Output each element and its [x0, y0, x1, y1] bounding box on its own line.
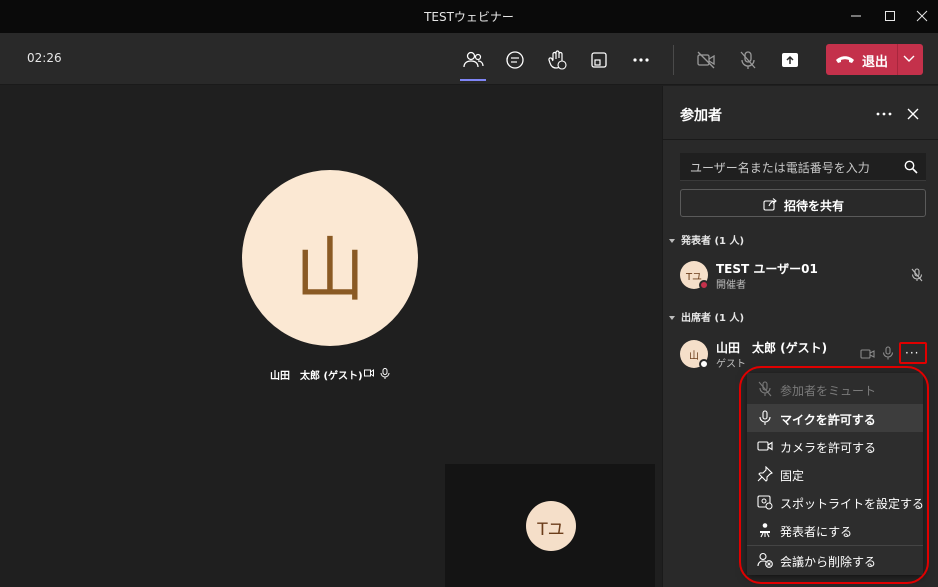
- close-window-button[interactable]: [902, 0, 938, 33]
- mic-disabled-icon: [882, 346, 894, 360]
- hang-up-icon: [836, 56, 854, 63]
- more-icon: [633, 58, 649, 62]
- panel-more-button[interactable]: [873, 104, 895, 124]
- participants-button[interactable]: [458, 45, 488, 81]
- meeting-toolbar: 02:26 退出: [0, 33, 938, 85]
- camera-toggle-button[interactable]: [691, 45, 721, 75]
- more-icon: [876, 112, 892, 116]
- room-view-button[interactable]: [584, 45, 614, 75]
- mic-off-icon: [911, 268, 923, 282]
- chat-button[interactable]: [500, 45, 530, 75]
- participant-name: 山田 太郎 (ゲスト): [716, 341, 828, 355]
- leave-divider: [897, 44, 898, 75]
- leave-label: 退出: [862, 55, 889, 70]
- self-avatar-initials: Tユ: [537, 520, 565, 540]
- share-invite-button[interactable]: 招待を共有: [680, 189, 926, 217]
- panel-divider: [663, 139, 938, 140]
- camera-disabled-icon: [860, 349, 875, 359]
- status-badge: [699, 280, 709, 290]
- participant-search-input[interactable]: ユーザー名または電話番号を入力: [680, 153, 926, 181]
- title-bar: TESTウェビナー: [0, 0, 938, 33]
- search-icon: [904, 160, 918, 174]
- more-options-label: ···: [905, 346, 920, 360]
- chevron-down-icon: [903, 55, 915, 62]
- main-participant-avatar: 山: [242, 170, 418, 346]
- main-avatar-initial: 山: [295, 229, 365, 311]
- avatar: Tユ: [680, 261, 709, 290]
- caret-down-icon: [669, 239, 675, 243]
- toolbar-divider: [673, 45, 674, 75]
- meeting-stage: 山 山田 太郎 (ゲスト) Tユ: [0, 86, 662, 587]
- presenters-header-label: 発表者 (1 人): [681, 236, 745, 247]
- panel-title: 参加者: [680, 108, 722, 124]
- main-participant-name: 山田 太郎 (ゲスト): [270, 371, 363, 382]
- share-screen-icon: [782, 53, 798, 67]
- more-actions-button[interactable]: [626, 45, 656, 75]
- menu-highlight-outline: [739, 366, 929, 584]
- participants-icon: [463, 51, 484, 68]
- layout-icon: [591, 52, 607, 68]
- share-invite-label: 招待を共有: [784, 199, 845, 213]
- attendees-section-header[interactable]: 出席者 (1 人): [669, 309, 744, 324]
- participant-name: TEST ユーザー01: [716, 262, 818, 276]
- status-badge: [699, 359, 709, 369]
- attendees-header-label: 出席者 (1 人): [681, 313, 745, 324]
- participant-role: ゲスト: [716, 359, 746, 370]
- close-icon: [916, 10, 928, 22]
- camera-disabled-icon: [364, 369, 374, 377]
- close-icon: [907, 108, 919, 120]
- presenters-section-header[interactable]: 発表者 (1 人): [669, 232, 744, 247]
- search-placeholder: ユーザー名または電話番号を入力: [690, 161, 870, 175]
- participant-more-options-button[interactable]: ···: [899, 342, 927, 364]
- main-participant-nameplate: 山田 太郎 (ゲスト): [270, 367, 390, 382]
- participant-row-presenter[interactable]: Tユ TEST ユーザー01 開催者: [680, 257, 926, 293]
- avatar: 山: [680, 340, 709, 369]
- leave-button[interactable]: 退出: [826, 44, 923, 75]
- chat-icon: [506, 51, 524, 69]
- meeting-timer: 02:26: [27, 51, 62, 65]
- mic-off-icon: [740, 51, 756, 69]
- mic-disabled-icon: [380, 368, 390, 379]
- caret-down-icon: [669, 316, 675, 320]
- raise-hand-button[interactable]: [542, 45, 572, 75]
- maximize-icon: [885, 11, 895, 21]
- participant-role: 開催者: [716, 280, 746, 291]
- raise-hand-icon: [548, 50, 567, 70]
- mic-toggle-button[interactable]: [733, 45, 763, 75]
- self-avatar: Tユ: [526, 501, 576, 551]
- self-view-tile: Tユ: [445, 464, 655, 587]
- camera-off-icon: [697, 51, 715, 69]
- share-screen-button[interactable]: [775, 45, 805, 75]
- minimize-icon: [851, 15, 861, 17]
- panel-close-button[interactable]: [903, 104, 923, 124]
- window-title: TESTウェビナー: [424, 10, 514, 24]
- share-icon: [763, 198, 777, 211]
